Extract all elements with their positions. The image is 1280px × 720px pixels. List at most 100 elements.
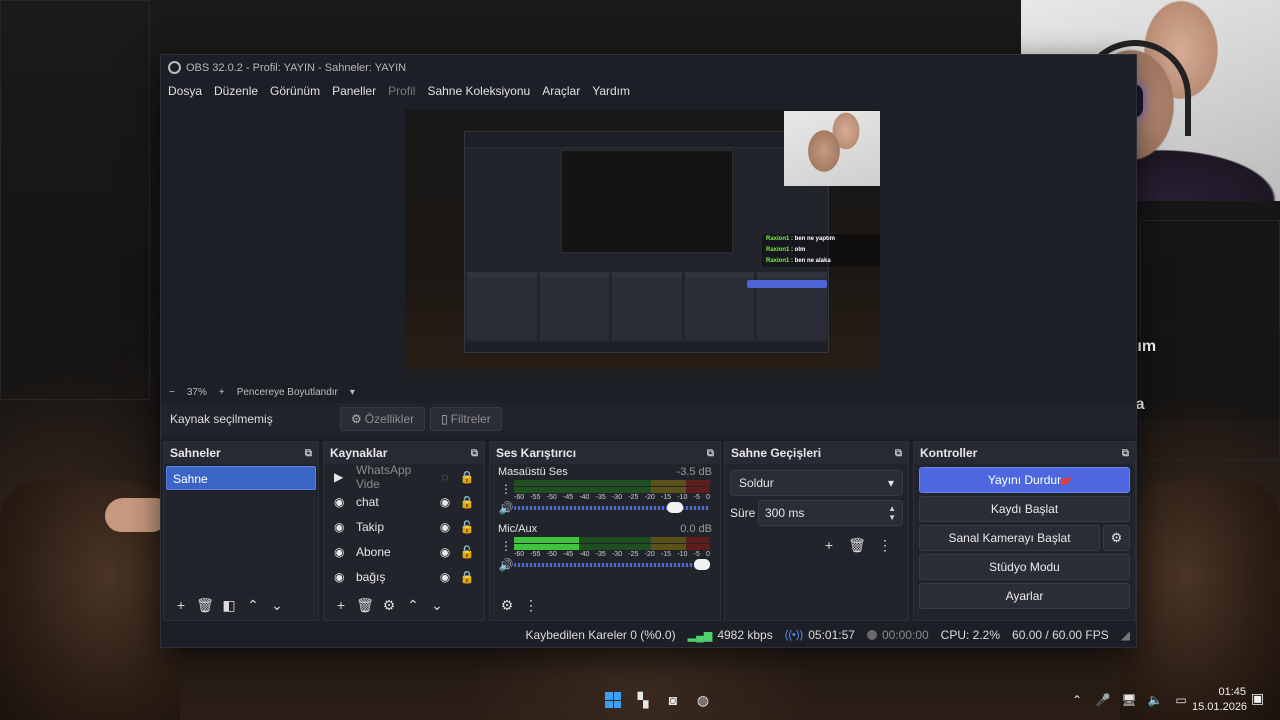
source-name: WhatsApp Vide	[356, 462, 412, 491]
lock-icon[interactable]: 🔒	[456, 470, 478, 484]
resize-grip-icon[interactable]: ◢	[1121, 628, 1130, 642]
chevron-down-icon[interactable]: ⌄	[266, 594, 288, 616]
undock-icon[interactable]: ⧉	[471, 448, 478, 459]
eye-icon[interactable]: ◉	[434, 520, 456, 534]
title-bar[interactable]: OBS 32.0.2 - Profil: YAYIN - Sahneler: Y…	[161, 55, 1136, 80]
undock-icon[interactable]: ⧉	[1122, 448, 1129, 459]
record-icon	[866, 630, 877, 640]
chevron-up-icon[interactable]: ⌃	[242, 594, 264, 616]
start-virtual-camera-button[interactable]: Sanal Kamerayı Başlat	[919, 525, 1100, 551]
preview-canvas[interactable]: Raxion1 : ben ne yaptım Raxion1 : olm Ra…	[405, 110, 880, 377]
more-icon[interactable]: ⋮	[498, 482, 514, 496]
duration-input[interactable]: 300 ms ▲ ▼	[758, 500, 903, 526]
gear-icon[interactable]: ⚙	[1103, 525, 1130, 551]
trash-icon[interactable]: 🗑	[194, 594, 216, 616]
obs-app-icon[interactable]: ◍	[691, 688, 715, 712]
lock-icon[interactable]: 🔒	[456, 570, 478, 584]
more-icon[interactable]: ⋮	[498, 539, 514, 553]
nested-chat: Raxion1 : ben ne yaptım Raxion1 : olm Ra…	[762, 234, 880, 267]
battery-icon[interactable]: ▭	[1172, 688, 1190, 712]
spinner-icon[interactable]: ▲ ▼	[888, 504, 896, 522]
mixer-channel: Mic/Aux 0.0 dB ⋮ -60 -55 -50 -45 -40 -35 -30 -2…	[490, 521, 720, 572]
wall-panel	[0, 0, 150, 400]
eye-hidden-icon[interactable]: ◌	[434, 470, 456, 484]
scene-item[interactable]: Sahne	[166, 466, 316, 490]
lock-icon[interactable]: 🔒	[456, 495, 478, 509]
source-name: Abone	[356, 544, 391, 559]
microphone-icon[interactable]: 🎤	[1094, 688, 1112, 712]
audio-mixer-dock: Ses Karıştırıcı ⧉ Masaüstü Ses -3.5 dB ⋮	[489, 441, 721, 621]
undock-icon[interactable]: ⧉	[707, 448, 714, 459]
menu-scene-collection[interactable]: Sahne Koleksiyonu	[427, 84, 530, 98]
zoom-out-button[interactable]: −	[169, 387, 175, 398]
eye-icon[interactable]: ◉	[434, 570, 456, 584]
source-item[interactable]: ◉ Abone ◉ 🔓	[324, 539, 484, 564]
speaker-icon[interactable]: 🔊	[498, 558, 514, 572]
chevron-down-icon[interactable]: ▾	[350, 387, 355, 398]
dock-title: Sahneler	[170, 446, 221, 460]
meter-bar	[514, 537, 710, 543]
clock[interactable]: 01:45 15.01.2026	[1192, 685, 1247, 715]
more-icon[interactable]: ⋮	[874, 534, 896, 556]
nested-taskbar	[405, 367, 880, 377]
network-icon[interactable]: 🖥	[1120, 688, 1138, 712]
settings-button[interactable]: Ayarlar	[919, 583, 1130, 609]
source-item[interactable]: ▶ WhatsApp Vide ◌ 🔒	[324, 462, 484, 491]
slider-handle[interactable]	[694, 559, 710, 570]
fit-to-window-label[interactable]: Pencereye Boyutlandır	[237, 387, 338, 398]
source-item[interactable]: ◉ chat ◉ 🔒	[324, 489, 484, 514]
stop-stream-button[interactable]: Yayını Durdur	[919, 467, 1130, 493]
unlock-icon[interactable]: 🔓	[456, 520, 478, 534]
unlock-icon[interactable]: 🔓	[456, 545, 478, 559]
eye-icon[interactable]: ◉	[434, 495, 456, 509]
filters-button[interactable]: ▯ Filtreler	[430, 407, 502, 431]
properties-label: Özellikler	[364, 412, 415, 426]
gear-icon[interactable]: ⚙	[378, 594, 400, 616]
app-icon[interactable]: ▚	[631, 688, 655, 712]
more-icon[interactable]: ⋮	[520, 594, 542, 616]
filter-icon[interactable]: ◧	[218, 594, 240, 616]
chevron-up-icon[interactable]: ⌃	[402, 594, 424, 616]
menu-docks[interactable]: Paneller	[332, 84, 376, 98]
undock-icon[interactable]: ⧉	[895, 448, 902, 459]
menu-edit[interactable]: Düzenle	[214, 84, 258, 98]
trash-icon[interactable]: 🗑	[354, 594, 376, 616]
dropped-frames: Kaybedilen Kareler 0 (%0.0)	[525, 628, 676, 642]
start-button[interactable]	[601, 688, 625, 712]
volume-icon[interactable]: 🔈	[1146, 688, 1164, 712]
gears-icon[interactable]: ⚙	[496, 594, 518, 616]
add-icon[interactable]: +	[330, 594, 352, 616]
volume-slider[interactable]	[514, 502, 710, 513]
menu-profile[interactable]: Profil	[388, 84, 415, 98]
properties-button[interactable]: ⚙ Özellikler	[340, 407, 426, 431]
speaker-icon[interactable]: 🔊	[498, 501, 514, 515]
menu-help[interactable]: Yardım	[592, 84, 630, 98]
menu-file[interactable]: Dosya	[168, 84, 202, 98]
add-icon[interactable]: +	[818, 534, 840, 556]
add-icon[interactable]: +	[170, 594, 192, 616]
source-item[interactable]: ◉ bağış ◉ 🔒	[324, 564, 484, 589]
notification-icon[interactable]: ▣	[1251, 690, 1264, 707]
channel-db: -3.5 dB	[676, 466, 712, 478]
dock-title: Kontroller	[920, 446, 978, 460]
source-name: chat	[356, 494, 379, 509]
camera-app-icon[interactable]: ◙	[661, 688, 685, 712]
slider-handle[interactable]	[666, 502, 683, 513]
studio-mode-button[interactable]: Stüdyo Modu	[919, 554, 1130, 580]
filters-label: Filtreler	[450, 412, 491, 426]
undock-icon[interactable]: ⧉	[305, 448, 312, 459]
transition-select[interactable]: Soldur ▾	[730, 470, 903, 496]
zoom-in-button[interactable]: +	[219, 387, 225, 398]
eye-icon[interactable]: ◉	[434, 545, 456, 559]
chevron-down-icon[interactable]: ⌄	[426, 594, 448, 616]
menu-view[interactable]: Görünüm	[270, 84, 320, 98]
fps: 60.00 / 60.00 FPS	[1012, 628, 1109, 642]
chevron-up-icon[interactable]: ⌃	[1068, 688, 1086, 712]
menu-tools[interactable]: Araçlar	[542, 84, 580, 98]
source-item[interactable]: ◉ Takip ◉ 🔓	[324, 514, 484, 539]
start-recording-button[interactable]: Kaydı Başlat	[919, 496, 1130, 522]
volume-meter: -60 -55 -50 -45 -40 -35 -30 -25 -20 -15 -10 -5 0	[514, 537, 710, 558]
trash-icon[interactable]: 🗑	[846, 534, 868, 556]
volume-slider[interactable]	[514, 559, 710, 570]
menu-bar: Dosya Düzenle Görünüm Paneller Profil Sa…	[161, 80, 1136, 102]
